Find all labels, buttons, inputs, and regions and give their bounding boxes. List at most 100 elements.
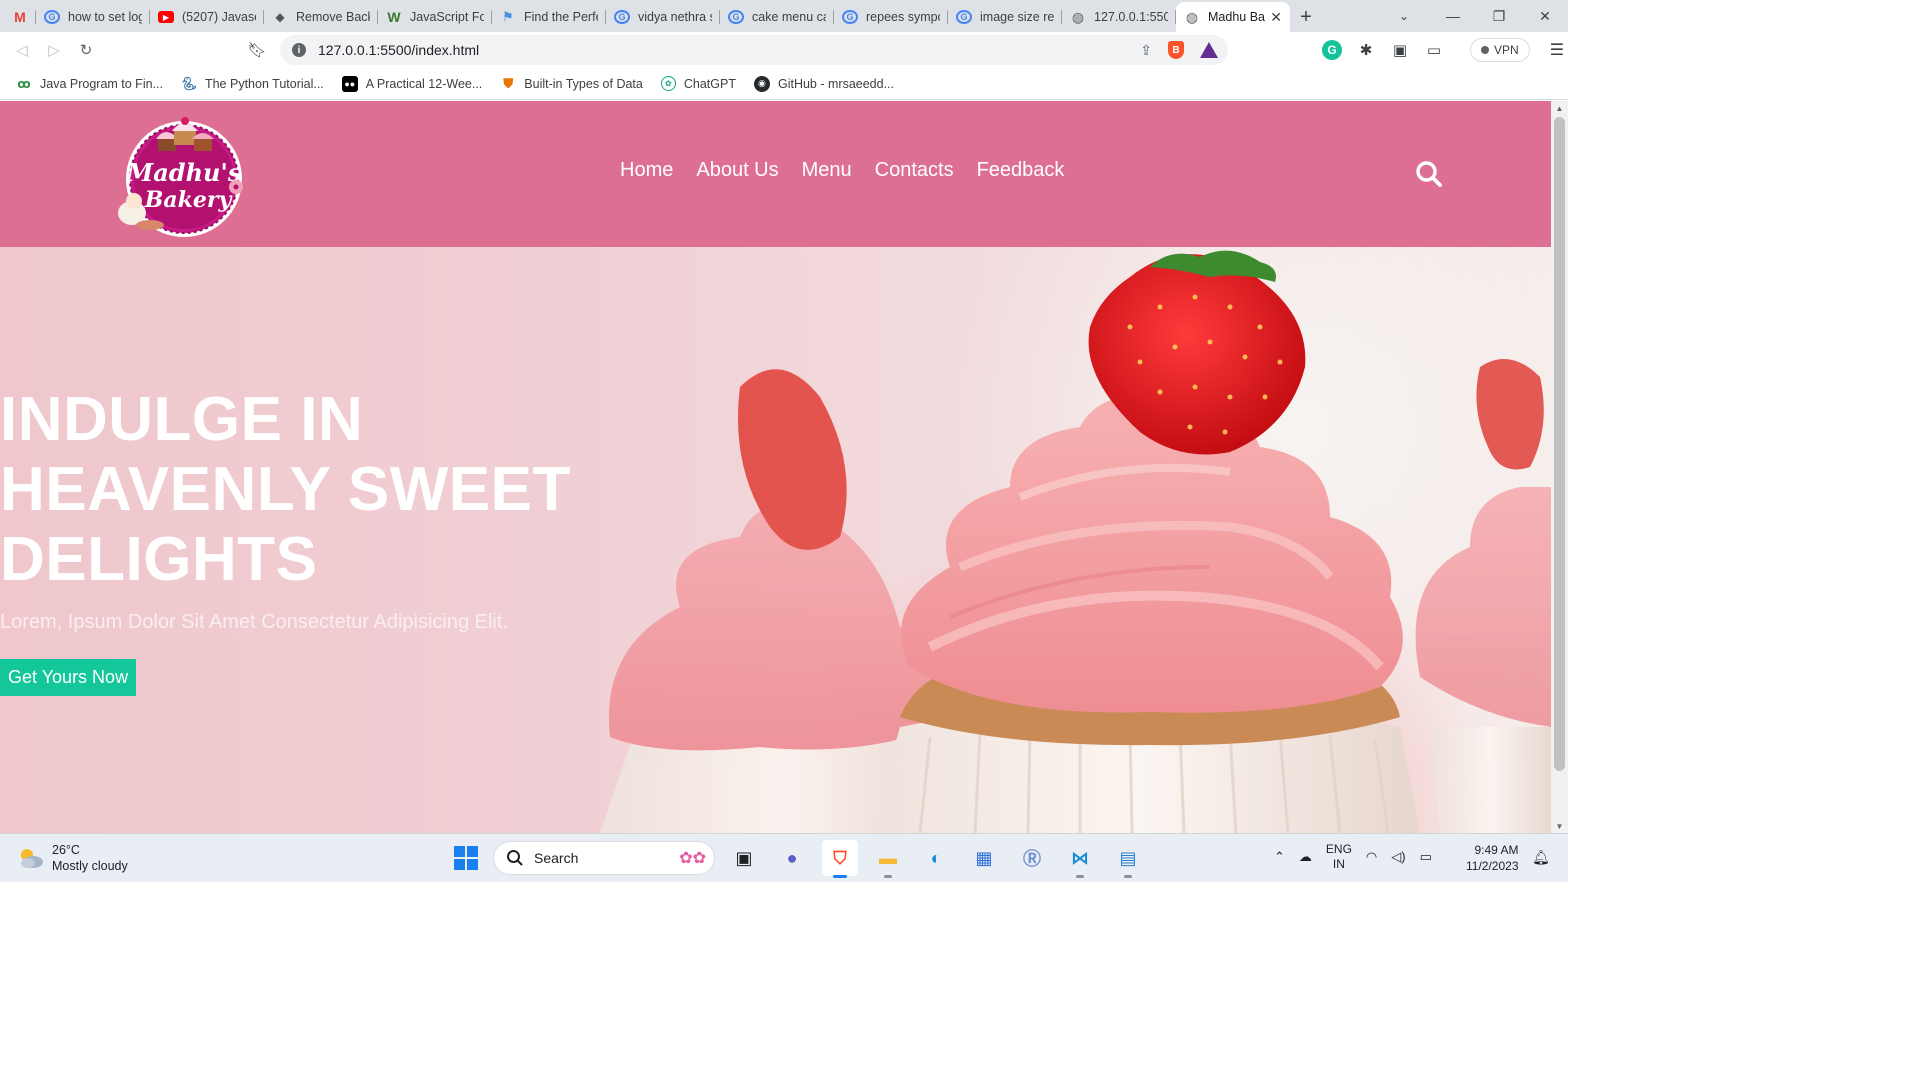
weather-temp: 26°C (52, 843, 80, 857)
r-app-icon[interactable]: Ⓡ (1014, 840, 1050, 876)
back-icon[interactable]: ◁ (6, 34, 38, 66)
weather-widget[interactable]: 26°C Mostly cloudy (18, 842, 128, 874)
sidebar-icon[interactable]: ▣ (1390, 40, 1410, 60)
tab-5[interactable]: ⚑ Find the Perfe (492, 2, 606, 32)
tab-9[interactable]: G image size rec (948, 2, 1062, 32)
scroll-thumb[interactable] (1554, 117, 1565, 771)
volume-icon[interactable]: ◁) (1391, 849, 1405, 865)
vpn-status-icon (1481, 46, 1489, 54)
task-view-icon[interactable]: ▣ (726, 840, 762, 876)
tab-search-chevron-icon[interactable]: ⌄ (1394, 0, 1414, 32)
bookmark-icon[interactable]: 🔖︎ (246, 36, 268, 64)
reload-icon[interactable]: ↻ (70, 34, 102, 66)
extensions-area: G ✱ ▣ ▭ VPN ☰ (1322, 34, 1564, 66)
tab-active[interactable]: ◍ Madhu Ba ✕ (1176, 2, 1290, 32)
nav-home[interactable]: Home (620, 159, 673, 182)
nav-about-us[interactable]: About Us (696, 159, 778, 182)
onedrive-cloud-icon[interactable]: ☁ (1299, 849, 1312, 865)
vscode-icon[interactable]: ⋈ (1062, 840, 1098, 878)
scroll-up-icon[interactable]: ▲ (1551, 101, 1568, 115)
bookmark-label: Java Program to Fin... (40, 76, 163, 91)
share-icon[interactable]: ⇪ (1140, 42, 1152, 59)
tab-2[interactable]: ▶ (5207) Javascr (150, 2, 264, 32)
new-tab-button[interactable]: + (1290, 2, 1322, 32)
bookmark-label: The Python Tutorial... (204, 76, 324, 91)
brave-shields-icon[interactable]: B (1168, 41, 1184, 59)
close-tab-icon[interactable]: ✕ (1270, 9, 1282, 26)
search-icon[interactable] (1414, 159, 1444, 189)
bookmark-label: GitHub - mrsaeedd... (777, 76, 894, 91)
language-indicator[interactable]: ENG IN (1326, 842, 1352, 872)
wallet-icon[interactable]: ▭ (1424, 40, 1444, 60)
brave-rewards-icon[interactable] (1200, 42, 1218, 58)
google-icon: G (728, 10, 744, 24)
clock-date: 11/2/2023 (1466, 859, 1519, 873)
minimize-icon[interactable]: — (1430, 0, 1476, 32)
lang-line2: IN (1332, 857, 1345, 871)
tab-gmail[interactable]: M (0, 2, 36, 32)
weather-desc: Mostly cloudy (52, 859, 128, 873)
google-icon: G (956, 10, 972, 24)
hero-section: INDULGE IN HEAVENLY SWEET DELIGHTS Lorem… (0, 247, 1551, 833)
search-icon (507, 850, 523, 866)
tab-1[interactable]: G how to set log (36, 2, 150, 32)
forward-icon[interactable]: ▷ (38, 34, 70, 66)
site-header: Madhu's Bakery Home About Us Menu Contac… (0, 101, 1551, 247)
hero-title-line1: INDULGE IN (0, 385, 364, 454)
bookmark-item[interactable]: ⛊ Built-in Types of Data (500, 75, 643, 92)
bakery-logo[interactable]: Madhu's Bakery (112, 109, 252, 239)
tab-3[interactable]: ◆ Remove Backg (264, 2, 378, 32)
edge-icon[interactable]: ◐ (918, 840, 954, 876)
tab-10[interactable]: ◍ 127.0.0.1:5500 (1062, 2, 1176, 32)
clock[interactable]: 9:49 AM 11/2/2023 (1466, 842, 1519, 874)
site-info-icon[interactable]: i (292, 43, 306, 57)
puzzle-icon[interactable]: ✱ (1356, 40, 1376, 60)
wifi-icon[interactable]: ◠ (1366, 849, 1377, 865)
microsoft-store-icon[interactable]: ▦ (966, 840, 1002, 876)
globe-icon: ◍ (1185, 8, 1199, 25)
princeton-icon: ⛊ (503, 75, 514, 91)
tab-label: cake menu ca (752, 10, 826, 24)
hero-title: INDULGE IN HEAVENLY SWEET DELIGHTS (0, 385, 640, 595)
windows-start-icon[interactable] (454, 846, 478, 870)
bookmark-label: Built-in Types of Data (524, 76, 643, 91)
taskbar-search[interactable]: Search ✿✿ (493, 841, 715, 875)
notepad-icon[interactable]: ▤ (1110, 840, 1146, 878)
youtube-icon: ▶ (158, 11, 174, 23)
address-bar[interactable]: i 127.0.0.1:5500/index.html ⇪ B (280, 35, 1228, 65)
nav-feedback[interactable]: Feedback (977, 159, 1065, 182)
notification-bell-icon[interactable]: 🔔︎ (1532, 849, 1550, 866)
bookmark-item[interactable]: ●● A Practical 12-Wee... (341, 75, 482, 92)
scroll-down-icon[interactable]: ▼ (1551, 819, 1568, 833)
chatgpt-icon: ✿ (660, 76, 676, 91)
cloud-sun-icon (21, 849, 43, 868)
nav-menu[interactable]: Menu (802, 159, 852, 182)
tab-8[interactable]: G repees sympo (834, 2, 948, 32)
bookmark-item[interactable]: ✿ ChatGPT (660, 76, 736, 91)
tab-label: repees sympo (866, 10, 940, 24)
lang-line1: ENG (1325, 842, 1352, 856)
close-window-icon[interactable]: ✕ (1522, 0, 1568, 32)
globe-icon: ◍ (1071, 8, 1085, 25)
brave-browser-icon[interactable]: ⛉ (822, 840, 858, 878)
battery-icon[interactable]: ▭ (1420, 849, 1432, 865)
window-controls: — ❐ ✕ (1430, 0, 1568, 32)
bookmark-item[interactable]: 🐍︎ The Python Tutorial... (181, 76, 324, 92)
tab-7[interactable]: G cake menu ca (720, 2, 834, 32)
nav-contacts[interactable]: Contacts (875, 159, 954, 182)
page-scrollbar[interactable]: ▲ ▼ (1551, 101, 1568, 833)
google-icon: G (44, 10, 60, 24)
tab-6[interactable]: G vidya nethra s (606, 2, 720, 32)
grammarly-icon[interactable]: G (1322, 40, 1342, 60)
search-highlight-flowers-icon: ✿✿ (679, 850, 706, 867)
get-yours-now-button[interactable]: Get Yours Now (0, 659, 137, 696)
vpn-button[interactable]: VPN (1470, 38, 1530, 62)
chevron-up-icon[interactable]: ⌃ (1274, 849, 1285, 865)
file-explorer-icon[interactable]: ▬ (870, 840, 906, 878)
tab-4[interactable]: W JavaScript For (378, 2, 492, 32)
bookmark-item[interactable]: ꝏ Java Program to Fin... (16, 76, 163, 92)
restore-icon[interactable]: ❐ (1476, 0, 1522, 32)
teams-chat-icon[interactable]: ● (774, 840, 810, 876)
menu-icon[interactable]: ☰ (1550, 40, 1564, 60)
bookmark-item[interactable]: ◉ GitHub - mrsaeedd... (753, 75, 894, 92)
